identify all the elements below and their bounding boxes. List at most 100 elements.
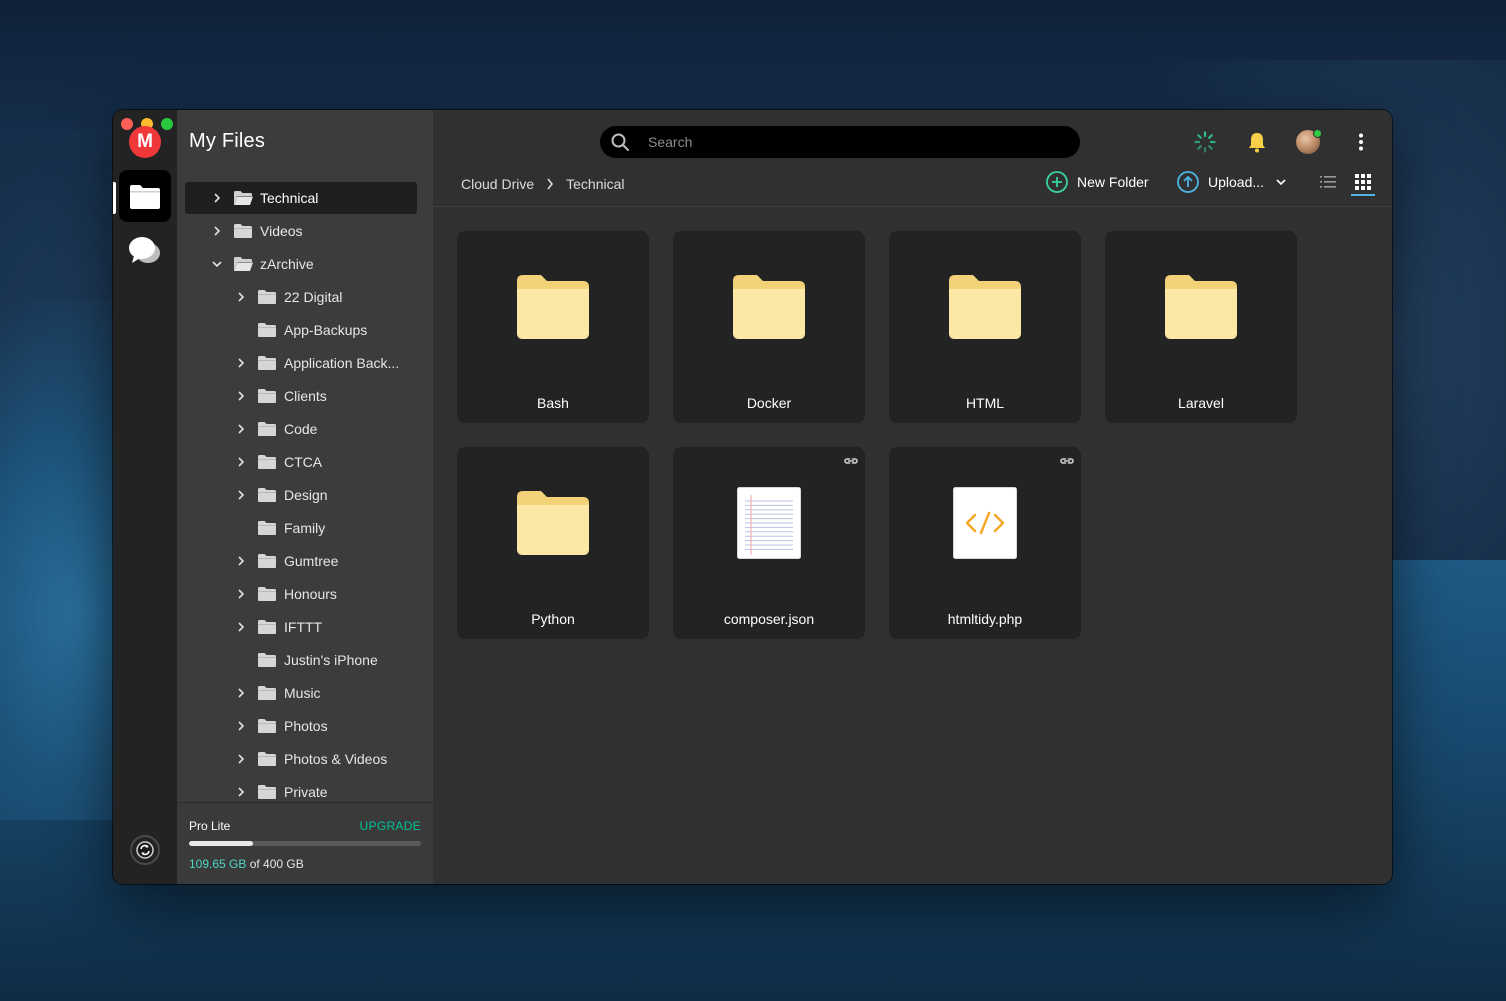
tree-item[interactable]: Gumtree	[185, 545, 417, 577]
folder-tile[interactable]: Laravel	[1105, 231, 1297, 423]
storage-usage-text: 109.65 GB of 400 GB	[189, 857, 304, 871]
transfer-progress-button[interactable]	[1193, 130, 1217, 154]
tree-item[interactable]: Family	[185, 512, 417, 544]
chevron-right-icon[interactable]	[233, 619, 249, 635]
tree-item[interactable]: Application Back...	[185, 347, 417, 379]
chevron-right-icon[interactable]	[233, 487, 249, 503]
tree-item-label: Justin's iPhone	[284, 652, 378, 668]
tree-item[interactable]: Private	[185, 776, 417, 802]
folder-tile[interactable]: HTML	[889, 231, 1081, 423]
upload-label: Upload...	[1208, 174, 1265, 190]
tree-item-label: Family	[284, 520, 326, 536]
tree-item-label: Photos & Videos	[284, 751, 388, 767]
main-panel: Cloud Drive Technical New Folder Upload.…	[433, 110, 1392, 884]
online-status-dot	[1313, 129, 1322, 138]
sync-status-icon	[136, 841, 154, 859]
item-name: htmltidy.php	[947, 611, 1023, 627]
file-grid: Bash Docker HTML Laravel Python composer.json…	[457, 231, 1357, 651]
chevron-right-icon	[544, 178, 556, 190]
chevron-right-icon[interactable]	[233, 421, 249, 437]
tree-item[interactable]: Videos	[185, 215, 417, 247]
tree-item[interactable]: Technical	[185, 182, 417, 214]
storage-usage-bar	[189, 841, 421, 846]
item-name: Docker	[746, 395, 792, 411]
code-file-icon	[945, 487, 1025, 559]
folder-tile[interactable]: Bash	[457, 231, 649, 423]
grid-view-icon	[1355, 174, 1371, 190]
folder-tile[interactable]: Python	[457, 447, 649, 639]
tree-item-label: Design	[284, 487, 328, 503]
tree-item[interactable]: Design	[185, 479, 417, 511]
folder-icon	[1161, 271, 1241, 343]
chevron-down-icon[interactable]	[209, 256, 225, 272]
chevron-right-icon[interactable]	[233, 718, 249, 734]
tree-item-label: Technical	[260, 190, 319, 206]
add-circle-icon	[1046, 171, 1068, 193]
folder-icon	[257, 553, 277, 569]
tree-item[interactable]: Photos	[185, 710, 417, 742]
chevron-right-icon[interactable]	[233, 586, 249, 602]
chevron-right-icon[interactable]	[233, 454, 249, 470]
folder-icon	[257, 784, 277, 800]
tree-item[interactable]: Photos & Videos	[185, 743, 417, 775]
notifications-button[interactable]	[1245, 130, 1269, 154]
tree-item-label: 22 Digital	[284, 289, 343, 305]
chevron-right-icon[interactable]	[233, 388, 249, 404]
tree-item-label: Honours	[284, 586, 337, 602]
folder-open-icon	[233, 190, 253, 206]
chat-rail-button[interactable]	[119, 224, 171, 276]
item-name: Laravel	[1178, 395, 1224, 411]
tree-item-label: IFTTT	[284, 619, 323, 635]
tree-item[interactable]: Music	[185, 677, 417, 709]
chevron-right-icon[interactable]	[233, 685, 249, 701]
tree-item[interactable]: Clients	[185, 380, 417, 412]
chevron-right-icon[interactable]	[233, 355, 249, 371]
item-name: composer.json	[723, 611, 815, 627]
tree-item[interactable]: CTCA	[185, 446, 417, 478]
list-view-button[interactable]	[1318, 172, 1338, 192]
folder-icon	[257, 520, 277, 536]
cloud-drive-rail-button[interactable]	[119, 170, 171, 222]
tree-item[interactable]: Justin's iPhone	[185, 644, 417, 676]
file-tile[interactable]: composer.json	[673, 447, 865, 639]
sync-status-button[interactable]	[130, 835, 160, 865]
search-bar[interactable]	[600, 126, 1080, 158]
tree-item-label: App-Backups	[284, 322, 368, 338]
tree-item[interactable]: IFTTT	[185, 611, 417, 643]
window-zoom-button[interactable]	[161, 118, 173, 130]
folder-tile[interactable]: Docker	[673, 231, 865, 423]
toolbar-divider	[433, 206, 1392, 207]
rail-active-indicator	[113, 182, 116, 214]
cloud-drive-icon	[130, 185, 160, 209]
chevron-right-icon[interactable]	[209, 190, 225, 206]
new-folder-button[interactable]: New Folder	[1045, 170, 1149, 194]
notifications-bell-icon	[1249, 133, 1265, 153]
tree-item-label: Photos	[284, 718, 328, 734]
chevron-down-icon[interactable]	[1276, 178, 1286, 186]
breadcrumb-cloud-drive[interactable]: Cloud Drive	[461, 176, 534, 192]
chevron-right-icon[interactable]	[233, 784, 249, 800]
tree-item[interactable]: Code	[185, 413, 417, 445]
chevron-right-icon[interactable]	[209, 223, 225, 239]
tree-item-label: Clients	[284, 388, 327, 404]
tree-item[interactable]: App-Backups	[185, 314, 417, 346]
folder-icon	[513, 487, 593, 559]
breadcrumb-technical[interactable]: Technical	[566, 176, 624, 192]
file-tile[interactable]: htmltidy.php	[889, 447, 1081, 639]
nav-rail: M	[113, 110, 177, 884]
more-menu-button[interactable]	[1349, 130, 1373, 154]
upgrade-link[interactable]: UPGRADE	[360, 819, 421, 833]
tree-item[interactable]: Honours	[185, 578, 417, 610]
storage-usage-fill	[189, 841, 253, 846]
chevron-right-icon[interactable]	[233, 751, 249, 767]
grid-view-button[interactable]	[1353, 172, 1373, 192]
search-input[interactable]	[646, 133, 1050, 151]
upload-button[interactable]: Upload...	[1176, 170, 1286, 194]
folder-icon	[233, 223, 253, 239]
chevron-right-icon[interactable]	[233, 289, 249, 305]
tree-item[interactable]: 22 Digital	[185, 281, 417, 313]
window-close-button[interactable]	[121, 118, 133, 130]
chevron-right-icon[interactable]	[233, 553, 249, 569]
tree-item[interactable]: zArchive	[185, 248, 417, 280]
